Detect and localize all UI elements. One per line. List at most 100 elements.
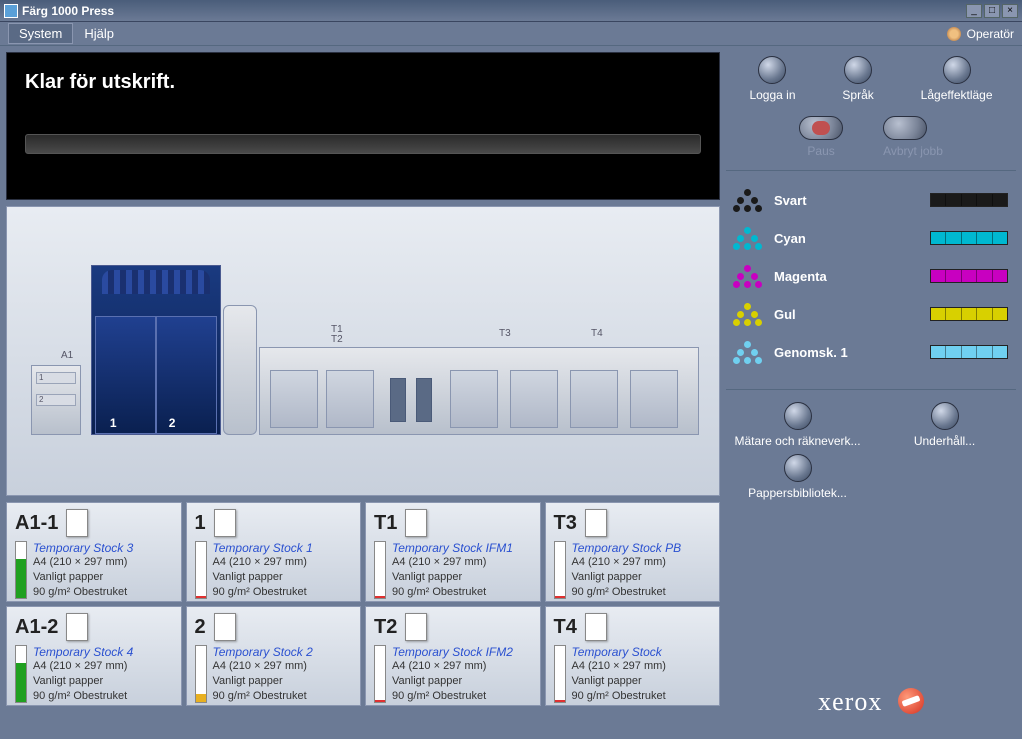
maintenance-button[interactable]: Underhåll... (877, 402, 1012, 448)
app-icon (4, 4, 18, 18)
paperlib-button[interactable]: Pappersbibliotek... (730, 454, 865, 500)
tray-size: A4 (210 × 297 mm) (33, 659, 133, 674)
toner-row-gul[interactable]: Gul (734, 303, 1008, 325)
toner-name: Cyan (774, 231, 918, 246)
tray-type: Vanligt papper (572, 570, 682, 585)
tray-card-a1-2[interactable]: A1-2Temporary Stock 4A4 (210 × 297 mm)Va… (6, 606, 182, 706)
progress-bar (25, 134, 701, 154)
operator-label: Operatör (967, 27, 1014, 41)
paper-icon (585, 613, 607, 641)
tray-card-a1-1[interactable]: A1-1Temporary Stock 3A4 (210 × 297 mm)Va… (6, 502, 182, 602)
minimize-button[interactable]: _ (966, 4, 982, 18)
toner-name: Svart (774, 193, 918, 208)
tray-id: A1-2 (15, 616, 58, 639)
paper-icon (405, 509, 427, 537)
tray-size: A4 (210 × 297 mm) (392, 659, 513, 674)
tray-type: Vanligt papper (33, 674, 133, 689)
diagram-tower[interactable]: 1 2 (91, 265, 221, 435)
diagram-label-t2: T2 (331, 334, 343, 345)
tray-weight: 90 g/m² Obestruket (33, 585, 133, 600)
menu-system[interactable]: System (8, 23, 73, 44)
tray-id: 2 (195, 616, 206, 639)
close-button[interactable]: × (1002, 4, 1018, 18)
paper-icon (66, 613, 88, 641)
tray-level-gauge (554, 645, 566, 703)
menubar: System Hjälp Operatör (0, 22, 1022, 46)
tray-weight: 90 g/m² Obestruket (33, 689, 133, 704)
toner-dots-icon (734, 227, 762, 249)
tray-size: A4 (210 × 297 mm) (213, 555, 313, 570)
tray-level-gauge (554, 541, 566, 599)
cancel-icon (883, 116, 927, 140)
tray-stock-name: Temporary Stock 1 (213, 541, 313, 555)
pause-button[interactable]: Paus (799, 116, 843, 158)
tray-stock-name: Temporary Stock IFM1 (392, 541, 513, 555)
toner-row-svart[interactable]: Svart (734, 189, 1008, 211)
toner-row-cyan[interactable]: Cyan (734, 227, 1008, 249)
toner-level-bar (930, 193, 1008, 207)
maximize-button[interactable]: □ (984, 4, 1000, 18)
toner-row-genomsk-1[interactable]: Genomsk. 1 (734, 341, 1008, 363)
tray-weight: 90 g/m² Obestruket (572, 585, 682, 600)
tray-card-t2[interactable]: T2Temporary Stock IFM2A4 (210 × 297 mm)V… (365, 606, 541, 706)
cancel-job-button[interactable]: Avbryt jobb (883, 116, 943, 158)
tray-size: A4 (210 × 297 mm) (33, 555, 133, 570)
tray-type: Vanligt papper (392, 674, 513, 689)
tray-type: Vanligt papper (572, 674, 666, 689)
status-panel: Klar för utskrift. (6, 52, 720, 200)
meters-icon (784, 402, 812, 430)
tray-card-1[interactable]: 1 Temporary Stock 1A4 (210 × 297 mm)Vanli… (186, 502, 362, 602)
meters-button[interactable]: Mätare och räkneverk... (730, 402, 865, 448)
status-message: Klar för utskrift. (25, 71, 701, 94)
diagram-label-t3: T3 (499, 328, 511, 339)
cancel-label: Avbryt jobb (883, 144, 943, 158)
tray-card-t3[interactable]: T3Temporary Stock PBA4 (210 × 297 mm)Van… (545, 502, 721, 602)
toner-name: Magenta (774, 269, 918, 284)
operator-icon (947, 27, 961, 41)
toner-row-magenta[interactable]: Magenta (734, 265, 1008, 287)
diagram-feeder[interactable]: 1 2 (31, 365, 81, 435)
login-button[interactable]: Logga in (749, 56, 795, 102)
tray-stock-name: Temporary Stock PB (572, 541, 682, 555)
tray-card-t4[interactable]: T4Temporary StockA4 (210 × 297 mm)Vanlig… (545, 606, 721, 706)
tray-level-gauge (15, 645, 27, 703)
tray-stock-name: Temporary Stock (572, 645, 666, 659)
tray-weight: 90 g/m² Obestruket (392, 689, 513, 704)
pause-label: Paus (799, 144, 843, 158)
brand-swirl-icon (898, 688, 924, 714)
maintenance-label: Underhåll... (914, 434, 975, 448)
diagram-label-t4: T4 (591, 328, 603, 339)
diagram-body[interactable] (259, 347, 699, 435)
tray-id: 1 (195, 512, 206, 535)
tray-size: A4 (210 × 297 mm) (392, 555, 513, 570)
tray-card-t1[interactable]: T1Temporary Stock IFM1A4 (210 × 297 mm)V… (365, 502, 541, 602)
lowpower-button[interactable]: Lågeffektläge (921, 56, 993, 102)
toner-panel: Svart Cyan Magenta Gul Genomsk. 1 (726, 175, 1016, 390)
diagram-label-a1: A1 (61, 350, 73, 361)
language-label: Språk (842, 88, 873, 102)
tray-level-gauge (374, 541, 386, 599)
tray-weight: 90 g/m² Obestruket (392, 585, 513, 600)
tray-level-gauge (374, 645, 386, 703)
tray-stock-name: Temporary Stock 3 (33, 541, 133, 555)
titlebar: Färg 1000 Press _ □ × (0, 0, 1022, 22)
paper-icon (405, 613, 427, 641)
tray-level-gauge (15, 541, 27, 599)
menu-help[interactable]: Hjälp (73, 23, 125, 44)
toner-name: Gul (774, 307, 918, 322)
operator-indicator[interactable]: Operatör (947, 27, 1014, 41)
press-diagram: 1 2 A1 1 2 (6, 206, 720, 496)
toner-dots-icon (734, 265, 762, 287)
window-title: Färg 1000 Press (22, 4, 966, 18)
tray-id: T2 (374, 616, 397, 639)
tray-level-gauge (195, 541, 207, 599)
lowpower-label: Lågeffektläge (921, 88, 993, 102)
tray-id: A1-1 (15, 512, 58, 535)
tray-type: Vanligt papper (392, 570, 513, 585)
pause-icon (799, 116, 843, 140)
tray-card-2[interactable]: 2Temporary Stock 2A4 (210 × 297 mm)Vanli… (186, 606, 362, 706)
toner-dots-icon (734, 189, 762, 211)
language-button[interactable]: Språk (842, 56, 873, 102)
tray-type: Vanligt papper (213, 570, 313, 585)
language-icon (844, 56, 872, 84)
